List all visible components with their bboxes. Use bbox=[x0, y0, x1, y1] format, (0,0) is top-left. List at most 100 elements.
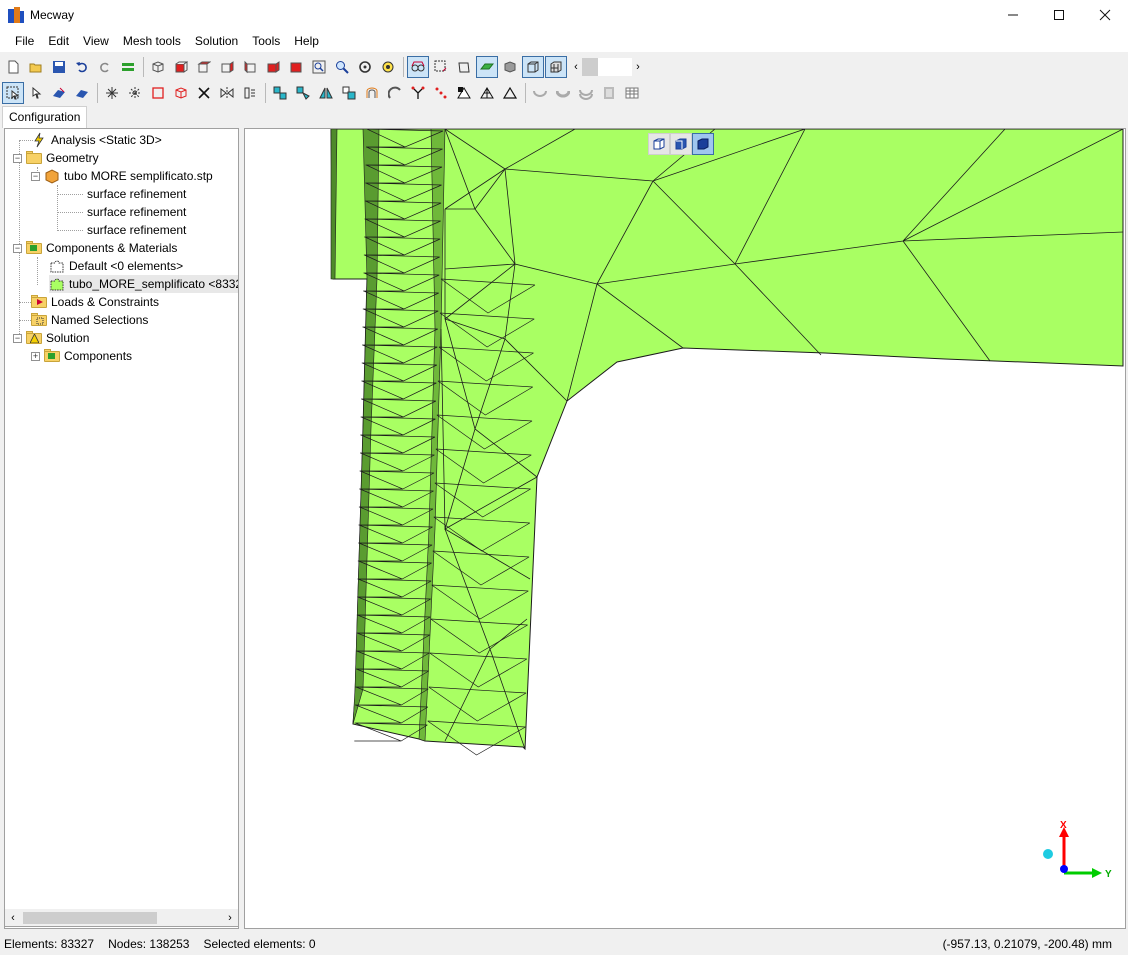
minimize-button[interactable] bbox=[990, 0, 1036, 30]
tree-item-analysis[interactable]: Analysis <Static 3D> bbox=[31, 131, 162, 149]
view-left-button[interactable] bbox=[216, 56, 238, 78]
menu-view[interactable]: View bbox=[76, 31, 116, 51]
tree-item-geometry[interactable]: − Geometry bbox=[13, 149, 99, 167]
menu-tools[interactable]: Tools bbox=[245, 31, 287, 51]
tri-split-button[interactable] bbox=[476, 82, 498, 104]
bend-button[interactable] bbox=[384, 82, 406, 104]
scroll-thumb[interactable] bbox=[582, 58, 598, 76]
reflect-button[interactable] bbox=[315, 82, 337, 104]
redo-button[interactable] bbox=[94, 56, 116, 78]
explode-button[interactable] bbox=[101, 82, 123, 104]
mesh-canvas[interactable] bbox=[245, 129, 1126, 929]
zoom-box-icon bbox=[312, 60, 326, 74]
new-solid-button[interactable] bbox=[170, 82, 192, 104]
chevron-right-icon[interactable]: › bbox=[632, 61, 644, 73]
y-split-button[interactable] bbox=[407, 82, 429, 104]
solve-button[interactable] bbox=[117, 56, 139, 78]
tree-item-solution-components[interactable]: + Components bbox=[31, 347, 132, 365]
table-icon bbox=[625, 87, 639, 99]
close-button[interactable] bbox=[1082, 0, 1128, 30]
view-bottom-button[interactable] bbox=[285, 56, 307, 78]
chevron-left-icon[interactable]: ‹ bbox=[5, 912, 21, 924]
tree-item-named-selections[interactable]: Named Selections bbox=[31, 311, 148, 329]
move-button[interactable] bbox=[269, 82, 291, 104]
toolbar-overflow-scroll[interactable]: ‹ › bbox=[570, 58, 644, 76]
triangle-button[interactable] bbox=[499, 82, 521, 104]
extrude-button[interactable] bbox=[239, 82, 261, 104]
menu-file[interactable]: File bbox=[8, 31, 41, 51]
rotate-nodes-button[interactable] bbox=[292, 82, 314, 104]
toolbar-separator bbox=[403, 57, 404, 77]
menu-help[interactable]: Help bbox=[287, 31, 326, 51]
collapse-toggle-icon[interactable]: − bbox=[13, 153, 22, 163]
revolve-button[interactable] bbox=[361, 82, 383, 104]
y-branch-icon bbox=[411, 86, 425, 99]
chevron-left-icon[interactable]: ‹ bbox=[570, 61, 582, 73]
expand-toggle-icon[interactable]: + bbox=[31, 351, 40, 361]
view-mode-solid-button[interactable] bbox=[670, 133, 692, 155]
new-element-button[interactable] bbox=[147, 82, 169, 104]
tree-item-solution[interactable]: − Solution bbox=[13, 329, 89, 347]
refine-button[interactable] bbox=[453, 82, 475, 104]
zoom-box-button[interactable] bbox=[308, 56, 330, 78]
view-front-button[interactable] bbox=[170, 56, 192, 78]
view-top-button[interactable] bbox=[262, 56, 284, 78]
tree-label: Default <0 elements> bbox=[69, 259, 184, 273]
maximize-button[interactable] bbox=[1036, 0, 1082, 30]
chevron-right-icon[interactable]: › bbox=[222, 912, 238, 924]
select-mode-button[interactable] bbox=[407, 56, 429, 78]
delete-button[interactable] bbox=[193, 82, 215, 104]
solid-cube-icon bbox=[675, 138, 687, 150]
menu-edit[interactable]: Edit bbox=[41, 31, 76, 51]
show-all-button[interactable] bbox=[453, 56, 475, 78]
tree-label: surface refinement bbox=[87, 223, 187, 237]
collapse-toggle-icon[interactable]: − bbox=[13, 243, 22, 253]
mirror-button[interactable] bbox=[216, 82, 238, 104]
mesh-view-button[interactable] bbox=[545, 56, 567, 78]
view-iso-button[interactable] bbox=[147, 56, 169, 78]
pan-button[interactable] bbox=[377, 56, 399, 78]
undo-button[interactable] bbox=[71, 56, 93, 78]
merge-nodes-button[interactable] bbox=[430, 82, 452, 104]
tab-configuration[interactable]: Configuration bbox=[2, 106, 88, 128]
copy-button[interactable] bbox=[338, 82, 360, 104]
scroll-thumb[interactable] bbox=[23, 911, 157, 924]
solid-view-button[interactable] bbox=[499, 56, 521, 78]
open-button[interactable] bbox=[25, 56, 47, 78]
table-button[interactable] bbox=[621, 82, 643, 104]
select-edges-button[interactable] bbox=[71, 82, 93, 104]
cursor-select-icon bbox=[6, 86, 20, 100]
selection-shape-button[interactable] bbox=[430, 56, 452, 78]
tree-item-refinement[interactable]: surface refinement bbox=[87, 185, 186, 203]
tree-horizontal-scrollbar[interactable]: ‹ › bbox=[4, 909, 239, 927]
select-faces-button[interactable] bbox=[48, 82, 70, 104]
view-right-button[interactable] bbox=[239, 56, 261, 78]
tree-item-geometry-file[interactable]: − tubo MORE semplificato.stp bbox=[31, 167, 213, 185]
tree-item-default-component[interactable]: Default <0 elements> bbox=[49, 257, 183, 275]
view-back-button[interactable] bbox=[193, 56, 215, 78]
tree-connector bbox=[57, 185, 58, 231]
shaded-view-button[interactable] bbox=[476, 56, 498, 78]
view-mode-wire-button[interactable] bbox=[648, 133, 670, 155]
tree-item-refinement[interactable]: surface refinement bbox=[87, 221, 186, 239]
select-elements-button[interactable] bbox=[2, 82, 24, 104]
menu-mesh-tools[interactable]: Mesh tools bbox=[116, 31, 188, 51]
tree-item-refinement[interactable]: surface refinement bbox=[87, 203, 186, 221]
3d-viewport[interactable]: X Y bbox=[244, 128, 1126, 929]
tree-item-tubo-component[interactable]: tubo_MORE_semplificato <83327 bbox=[49, 275, 238, 293]
split-button[interactable] bbox=[124, 82, 146, 104]
tree-label: surface refinement bbox=[87, 205, 187, 219]
select-nodes-button[interactable] bbox=[25, 82, 47, 104]
rotate-button[interactable] bbox=[354, 56, 376, 78]
new-button[interactable] bbox=[2, 56, 24, 78]
menu-solution[interactable]: Solution bbox=[188, 31, 245, 51]
save-button[interactable] bbox=[48, 56, 70, 78]
new-file-icon bbox=[8, 60, 19, 74]
wireframe-view-button[interactable] bbox=[522, 56, 544, 78]
collapse-toggle-icon[interactable]: − bbox=[31, 171, 40, 181]
tree-item-loads-constraints[interactable]: Loads & Constraints bbox=[31, 293, 159, 311]
tree-item-components-materials[interactable]: − Components & Materials bbox=[13, 239, 177, 257]
zoom-button[interactable] bbox=[331, 56, 353, 78]
collapse-toggle-icon[interactable]: − bbox=[13, 333, 22, 343]
view-mode-shaded-button[interactable] bbox=[692, 133, 714, 155]
